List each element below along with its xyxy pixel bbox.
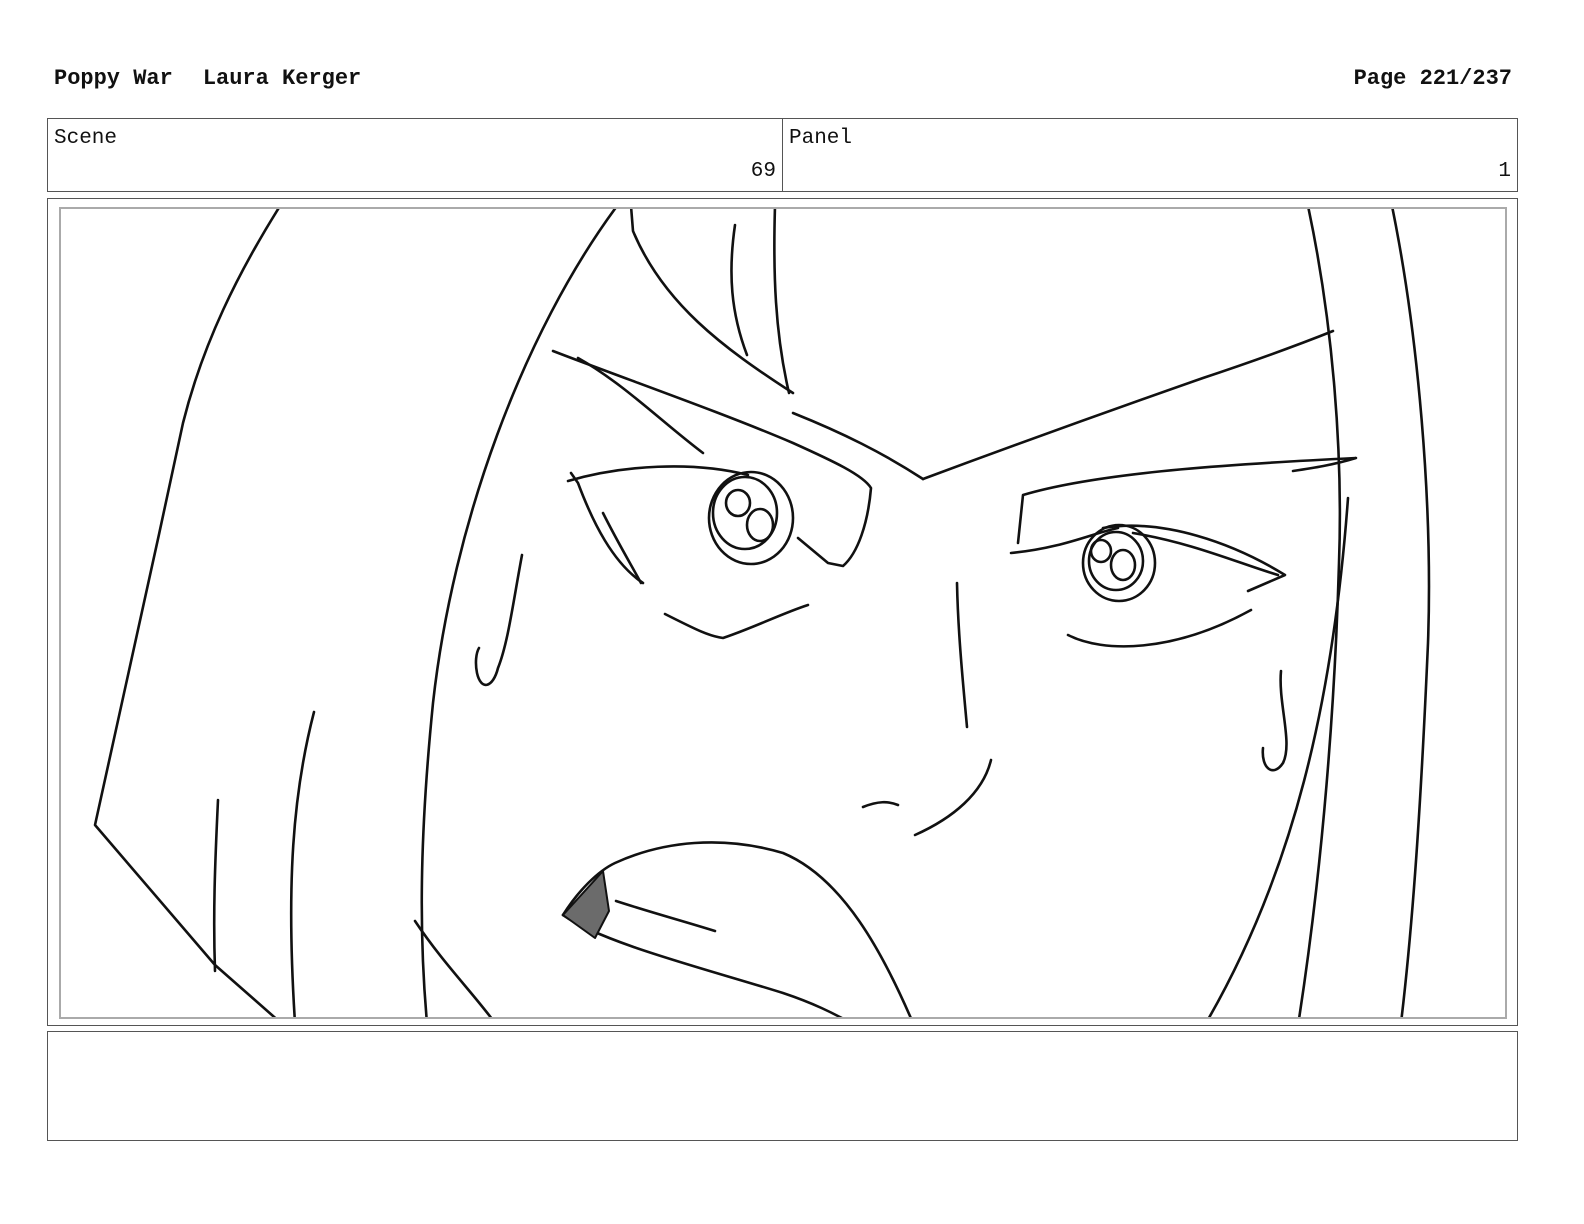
- hair-outline-left: [93, 209, 280, 1017]
- eye-left-upper-lid: [566, 465, 750, 483]
- hair-strand-top-1: [730, 223, 749, 357]
- hair-strand-top-2: [773, 209, 791, 395]
- scene-panel-info-row: Scene 69 Panel 1: [47, 118, 1518, 192]
- storyboard-panel-image: [59, 207, 1507, 1019]
- hair-outline-right-2: [1391, 209, 1431, 1017]
- mouth-teeth-line: [614, 899, 717, 933]
- artist-name: Laura Kerger: [202, 66, 362, 91]
- face-sketch-drawing: [93, 209, 1431, 1017]
- nostril: [861, 800, 900, 809]
- hair-part-left: [629, 209, 795, 395]
- brow-left-line: [576, 356, 705, 455]
- eye-right-highlight-1: [1089, 538, 1113, 564]
- scene-label: Scene: [54, 127, 118, 150]
- sweat-drop-right: [1261, 669, 1288, 772]
- panel-label: Panel: [789, 127, 853, 150]
- project-title: Poppy War: [54, 66, 173, 91]
- eye-left-highlight-2: [745, 507, 775, 543]
- face-contour-right: [1207, 496, 1350, 1017]
- brow-center: [921, 329, 1335, 481]
- sweat-drop-left: [474, 553, 524, 687]
- mouth-outline: [561, 841, 912, 1017]
- eye-right-highlight-2: [1109, 548, 1137, 582]
- eye-left-iris: [707, 470, 795, 566]
- storyboard-panel-frame: [47, 198, 1518, 1026]
- brow-right: [1016, 456, 1358, 545]
- panel-number: 1: [1498, 160, 1511, 183]
- scene-cell: Scene 69: [48, 119, 782, 191]
- brow-center-v: [791, 411, 925, 481]
- page-number: Page 221/237: [1353, 66, 1512, 91]
- eye-right-bag: [1066, 608, 1253, 648]
- cheek-strand-left: [413, 919, 493, 1017]
- eye-left-bag: [663, 603, 810, 640]
- storyboard-header-left: Poppy War Laura Kerger: [54, 66, 361, 91]
- panel-cell: Panel 1: [782, 119, 1517, 191]
- eye-left-highlight-1: [724, 488, 752, 518]
- nose-tip: [913, 758, 993, 837]
- mouth-lower: [561, 913, 843, 1017]
- scene-number: 69: [750, 160, 776, 183]
- hair-strand-left-1: [212, 798, 220, 973]
- nose-bridge: [955, 581, 969, 729]
- hair-strand-left-2: [289, 710, 316, 1017]
- panel-notes-box: [47, 1031, 1518, 1141]
